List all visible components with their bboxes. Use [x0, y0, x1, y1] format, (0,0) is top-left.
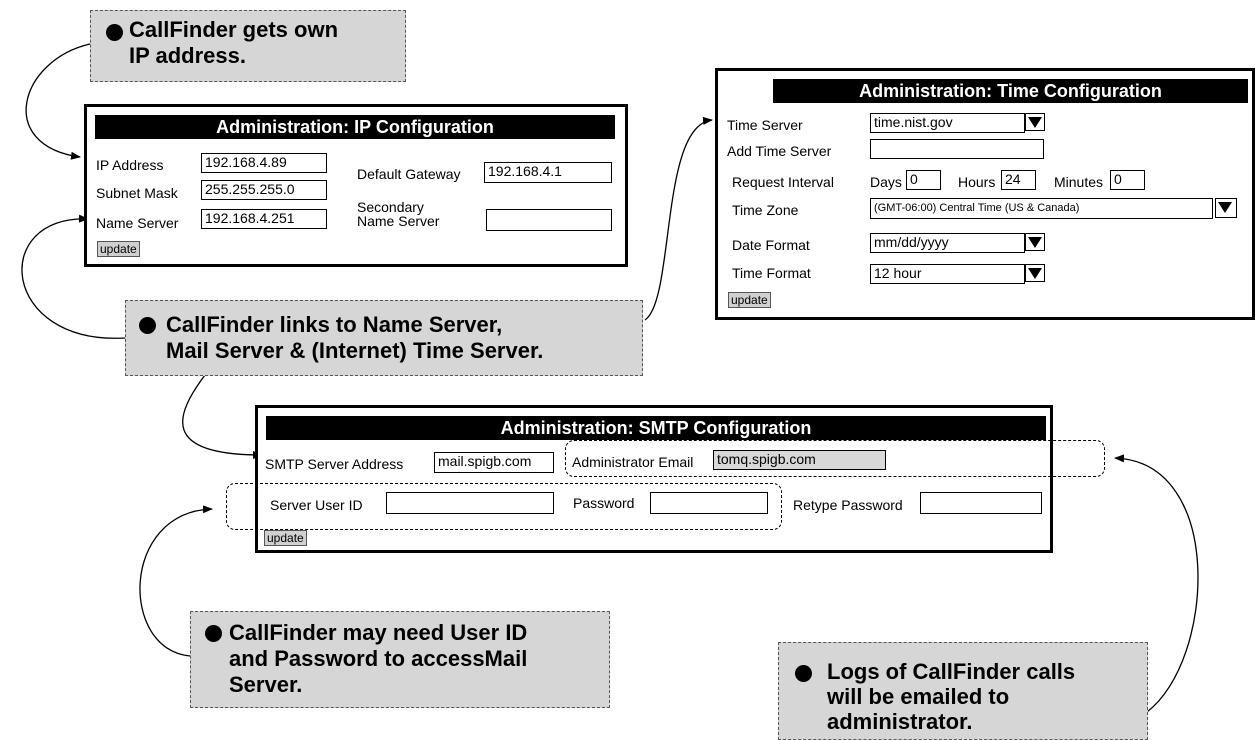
add-time-server-label: Add Time Server: [727, 143, 832, 159]
ip-config-title: Administration: IP Configuration: [95, 115, 615, 139]
retype-password-field[interactable]: [920, 492, 1042, 514]
arrow-to-ip-address: [25, 43, 91, 160]
callout-text-line1: Logs of CallFinder calls: [827, 659, 1076, 684]
minutes-label: Minutes: [1054, 174, 1104, 190]
hours-label: Hours: [958, 174, 996, 190]
callout-text-line2: will be emailed to: [827, 684, 1010, 709]
arrow-to-time-server: [644, 116, 713, 321]
callout-ip-address: CallFinder gets own IP address.: [90, 10, 406, 82]
date-format-select[interactable]: mm/dd/yyyy: [870, 233, 1025, 253]
time-server-label: Time Server: [727, 117, 803, 133]
callout-text-line1: CallFinder links to Name Server,: [166, 312, 503, 337]
time-configuration-panel: Administration: Time Configuration Time …: [715, 68, 1255, 320]
date-format-dropdown-icon[interactable]: [1025, 233, 1045, 251]
name-server-field[interactable]: 192.168.4.251: [201, 209, 327, 229]
arrow-to-smtp-server: [182, 374, 263, 459]
user-id-password-highlight: [226, 483, 782, 530]
time-config-title: Administration: Time Configuration: [773, 79, 1248, 103]
callout-text-line2: Mail Server & (Internet) Time Server.: [166, 338, 544, 363]
bullet-icon: [139, 317, 156, 334]
default-gateway-label: Default Gateway: [357, 166, 461, 182]
request-interval-label: Request Interval: [732, 174, 834, 190]
retype-password-label: Retype Password: [793, 497, 903, 513]
time-zone-select[interactable]: (GMT-06:00) Central Time (US & Canada): [870, 198, 1213, 219]
time-format-label: Time Format: [732, 265, 811, 281]
ip-configuration-panel: Administration: IP Configuration IP Addr…: [84, 104, 628, 267]
time-server-dropdown-icon[interactable]: [1025, 113, 1045, 131]
days-label: Days: [870, 174, 902, 190]
callout-text-line2: and Password to accessMail: [229, 646, 528, 671]
days-field[interactable]: 0: [906, 170, 941, 190]
time-format-select[interactable]: 12 hour: [870, 264, 1025, 284]
callout-text-line1: CallFinder may need User ID: [229, 620, 528, 645]
callout-userid-password: CallFinder may need User ID and Password…: [190, 611, 610, 708]
subnet-mask-field[interactable]: 255.255.255.0: [201, 180, 327, 200]
callout-text-line1: CallFinder gets own: [129, 17, 339, 42]
bullet-icon: [795, 665, 812, 682]
time-format-dropdown-icon[interactable]: [1025, 264, 1045, 282]
secondary-name-server-field[interactable]: [486, 209, 612, 231]
callout-text-line3: Server.: [229, 672, 303, 697]
hours-field[interactable]: 24: [1001, 170, 1036, 190]
secondary-name-server-label-2: Name Server: [357, 213, 440, 229]
admin-email-highlight: [565, 440, 1105, 477]
add-time-server-field[interactable]: [870, 139, 1044, 159]
callout-text-line2: IP address.: [129, 43, 246, 68]
bullet-icon: [106, 24, 123, 41]
smtp-server-address-label: SMTP Server Address: [265, 456, 404, 472]
time-server-select[interactable]: time.nist.gov: [870, 113, 1025, 133]
ip-address-label: IP Address: [96, 157, 164, 173]
smtp-update-button[interactable]: update: [264, 530, 307, 546]
name-server-label: Name Server: [96, 215, 179, 231]
smtp-configuration-panel: Administration: SMTP Configuration SMTP …: [255, 405, 1053, 553]
default-gateway-field[interactable]: 192.168.4.1: [484, 162, 612, 183]
callout-logs-emailed: Logs of CallFinder calls will be emailed…: [778, 642, 1148, 740]
smtp-server-address-field[interactable]: mail.spigb.com: [434, 452, 554, 473]
time-zone-label: Time Zone: [732, 202, 799, 218]
smtp-config-title: Administration: SMTP Configuration: [266, 416, 1046, 440]
subnet-mask-label: Subnet Mask: [96, 185, 178, 201]
ip-address-field[interactable]: 192.168.4.89: [201, 153, 327, 173]
minutes-field[interactable]: 0: [1110, 170, 1145, 190]
time-zone-dropdown-icon[interactable]: [1215, 198, 1237, 218]
bullet-icon: [205, 625, 222, 642]
callout-text-line3: administrator.: [827, 709, 973, 734]
date-format-label: Date Format: [732, 237, 810, 253]
time-update-button[interactable]: update: [728, 292, 771, 308]
callout-links: CallFinder links to Name Server, Mail Se…: [125, 300, 643, 376]
ip-update-button[interactable]: update: [97, 241, 140, 257]
